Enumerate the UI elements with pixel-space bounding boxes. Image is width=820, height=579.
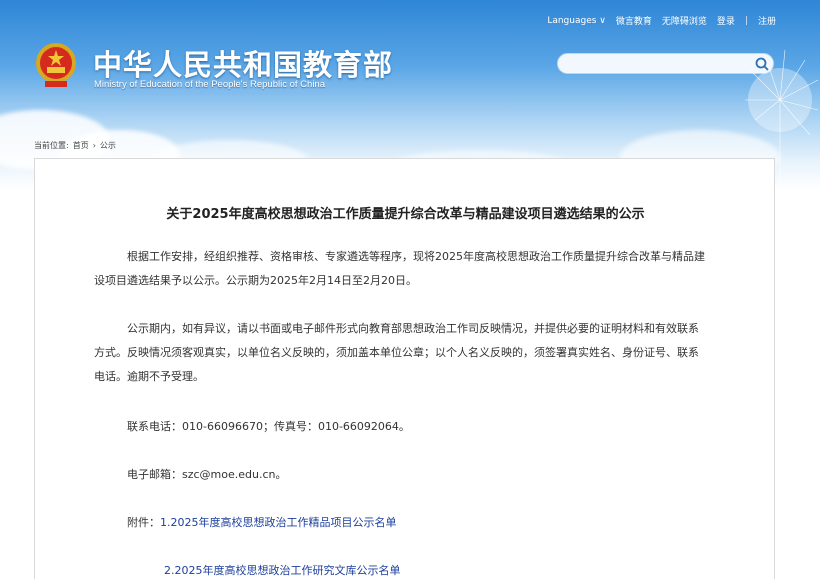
weibo-link[interactable]: 微言教育 [616,14,652,27]
breadcrumb-home[interactable]: 首页 [73,140,89,151]
attachment-link-2-row: 2.2025年度高校思想政治工作研究文库公示名单 [164,562,401,578]
breadcrumb: 当前位置: 首页 › 公示 [34,140,116,151]
attachment-line: 附件：1.2025年度高校思想政治工作精品项目公示名单 [127,514,397,530]
accessible-link[interactable]: 无障碍浏览 [662,14,707,27]
breadcrumb-arrow: › [92,141,96,150]
breadcrumb-prefix: 当前位置: [34,141,69,150]
languages-menu[interactable]: Languages ∨ [547,16,606,26]
article-paragraph-1: 根据工作安排，经组织推荐、资格审核、专家遴选等程序，现将2025年度高校思想政治… [94,250,705,287]
contact-phone: 联系电话：010-66096670；传真号：010-66092064。 [127,420,410,433]
national-emblem-icon [36,43,76,87]
attachment-link-1[interactable]: 1.2025年度高校思想政治工作精品项目公示名单 [160,516,397,529]
article-title: 关于2025年度高校思想政治工作质量提升综合改革与精品建设项目遴选结果的公示 [166,207,645,222]
site-title-en: Ministry of Education of the People's Re… [94,79,325,90]
site-title-cn: 中华人民共和国教育部 [93,48,394,82]
contact-email: 电子邮箱：szc@moe.edu.cn。 [127,468,287,481]
attachment-label: 附件： [127,516,160,529]
attachment-link-2[interactable]: 2.2025年度高校思想政治工作研究文库公示名单 [164,564,401,577]
article-paragraph-2: 公示期内，如有异议，请以书面或电子邮件形式向教育部思想政治工作司反映情况，并提供… [94,322,699,383]
breadcrumb-current[interactable]: 公示 [100,140,116,151]
chevron-down-icon: ∨ [599,15,606,26]
article-container: 关于2025年度高校思想政治工作质量提升综合改革与精品建设项目遴选结果的公示 根… [34,158,775,579]
